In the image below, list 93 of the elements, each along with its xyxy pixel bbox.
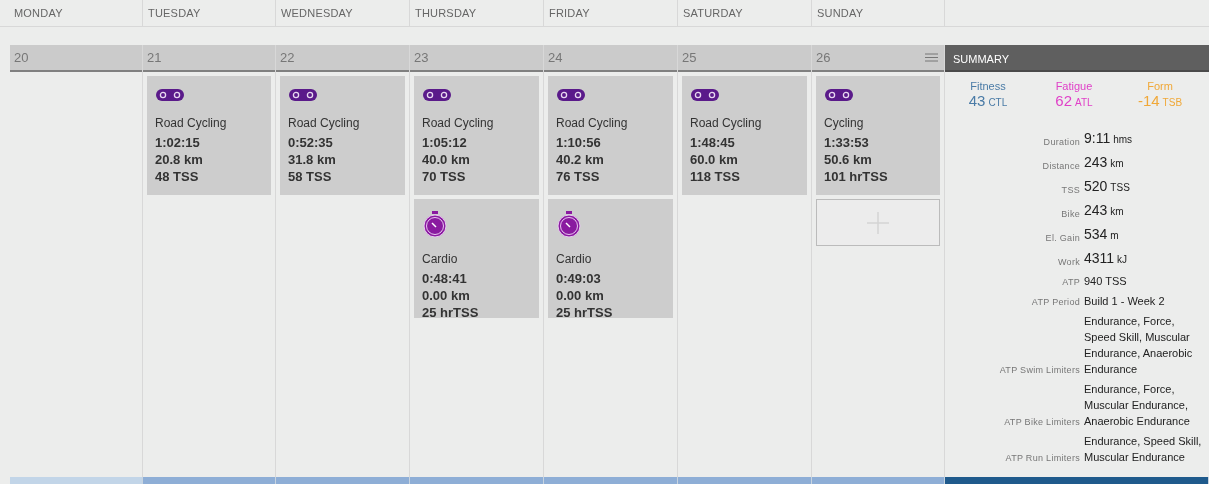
workout-distance: 40.0 km (422, 151, 471, 168)
workout-load: 25 hrTSS (422, 304, 480, 321)
workout-load: 101 hrTSS (824, 168, 889, 185)
metric-label: Fitness (970, 80, 1006, 92)
chain-link-icon (556, 88, 586, 102)
workout-distance: 31.8 km (288, 151, 337, 168)
workout-title: Road Cycling (690, 116, 763, 130)
workout-duration: 1:02:15 (155, 134, 201, 151)
summary-value: Build 1 - Week 2 (1084, 294, 1166, 309)
workout-card[interactable]: Road Cycling 1:10:56 40.2 km 76 TSS (548, 76, 673, 195)
workout-card[interactable]: Road Cycling 0:52:35 31.8 km 58 TSS (280, 76, 405, 195)
metric-label: Fatigue (1055, 80, 1093, 92)
chain-link-icon (690, 88, 720, 102)
summary-value: Endurance, Speed Skill, Muscular Endurance (1084, 434, 1203, 465)
summary-label: ATP (1061, 277, 1080, 289)
workout-load: 48 TSS (155, 168, 200, 185)
summary-value: 534 m (1084, 225, 1120, 244)
summary-label: ATP Period (1030, 297, 1080, 309)
stopwatch-icon (556, 211, 582, 238)
weekday-label: SATURDAY (683, 7, 743, 19)
workout-title: Cardio (556, 252, 593, 266)
summary-value: 243 km (1084, 201, 1125, 220)
summary-value: 520 TSS (1084, 177, 1131, 196)
summary-label: Work (1056, 257, 1080, 269)
summary-value: 243 km (1084, 153, 1125, 172)
weekday-label: WEDNESDAY (281, 7, 353, 19)
summary-label: Bike (1060, 209, 1080, 221)
workout-load: 70 TSS (422, 168, 467, 185)
workout-duration: 0:52:35 (288, 134, 334, 151)
workout-title: Cardio (422, 252, 459, 266)
summary-header: SUMMARY (945, 45, 1209, 72)
date-number: 20 (14, 50, 29, 65)
summary-label: Distance (1041, 161, 1080, 173)
workout-card[interactable]: Road Cycling 1:05:12 40.0 km 70 TSS (414, 76, 539, 195)
workout-title: Road Cycling (155, 116, 228, 130)
workout-title: Road Cycling (556, 116, 629, 130)
weekday-label: SUNDAY (817, 7, 864, 19)
summary-label: ATP Run Limiters (1004, 453, 1080, 465)
date-number: 25 (682, 50, 697, 65)
workout-distance: 0.00 km (422, 287, 471, 304)
workout-distance: 20.8 km (155, 151, 204, 168)
metric-value: -14 TSB (1137, 92, 1183, 109)
chain-link-icon (288, 88, 318, 102)
workout-card[interactable]: Road Cycling 1:48:45 60.0 km 118 TSS (682, 76, 807, 195)
workout-title: Road Cycling (288, 116, 361, 130)
summary-label: ATP Swim Limiters (998, 365, 1080, 377)
summary-value: 9:11 hms (1084, 129, 1134, 148)
metric-label: Form (1147, 80, 1173, 92)
workout-card[interactable]: Cycling 1:33:53 50.6 km 101 hrTSS (816, 76, 940, 195)
workout-card[interactable]: Cardio 0:48:41 0.00 km 25 hrTSS (414, 199, 539, 318)
workout-card[interactable]: Road Cycling 1:02:15 20.8 km 48 TSS (147, 76, 271, 195)
metric-value: 43 CTL (968, 92, 1008, 109)
date-number: 23 (414, 50, 429, 65)
add-workout-button[interactable] (816, 199, 940, 246)
chain-link-icon (155, 88, 185, 102)
summary-value: Endurance, Force, Muscular Endurance, Anaerobic Endurance (1084, 382, 1191, 429)
workout-distance: 60.0 km (690, 151, 739, 168)
date-number: 22 (280, 50, 295, 65)
workout-duration: 1:33:53 (824, 134, 870, 151)
chain-link-icon (824, 88, 854, 102)
summary-value: Endurance, Force, Speed Skill, Muscular Endurance, Anaerobic Endurance (1084, 314, 1194, 377)
metric-value: 62 ATL (1055, 92, 1093, 109)
workout-duration: 1:10:56 (556, 134, 602, 151)
workout-load: 118 TSS (690, 168, 741, 185)
date-number: 24 (548, 50, 563, 65)
workout-title: Road Cycling (422, 116, 495, 130)
summary-label: TSS (1060, 185, 1080, 197)
weekday-label: MONDAY (14, 7, 63, 19)
workout-load: 25 hrTSS (556, 304, 614, 321)
workout-distance: 0.00 km (556, 287, 605, 304)
workout-distance: 40.2 km (556, 151, 605, 168)
workout-card[interactable]: Cardio 0:49:03 0.00 km 25 hrTSS (548, 199, 673, 318)
menu-icon[interactable] (925, 53, 938, 62)
summary-label: Duration (1042, 137, 1080, 149)
workout-duration: 1:05:12 (422, 134, 468, 151)
summary-label: El. Gain (1044, 233, 1080, 245)
workout-distance: 50.6 km (824, 151, 873, 168)
workout-duration: 0:48:41 (422, 270, 468, 287)
stopwatch-icon (422, 211, 448, 238)
workout-title: Cycling (824, 116, 865, 130)
workout-load: 76 TSS (556, 168, 601, 185)
weekday-label: THURSDAY (415, 7, 477, 19)
date-number: 21 (147, 50, 162, 65)
weekday-label: FRIDAY (549, 7, 590, 19)
workout-duration: 0:49:03 (556, 270, 602, 287)
summary-label: ATP Bike Limiters (1003, 417, 1080, 429)
summary-value: 940 TSS (1084, 274, 1128, 289)
weekday-label: TUESDAY (148, 7, 201, 19)
workout-duration: 1:48:45 (690, 134, 736, 151)
chain-link-icon (422, 88, 452, 102)
summary-value: 4311 kJ (1084, 249, 1129, 268)
date-number: 26 (816, 50, 831, 65)
workout-load: 58 TSS (288, 168, 333, 185)
